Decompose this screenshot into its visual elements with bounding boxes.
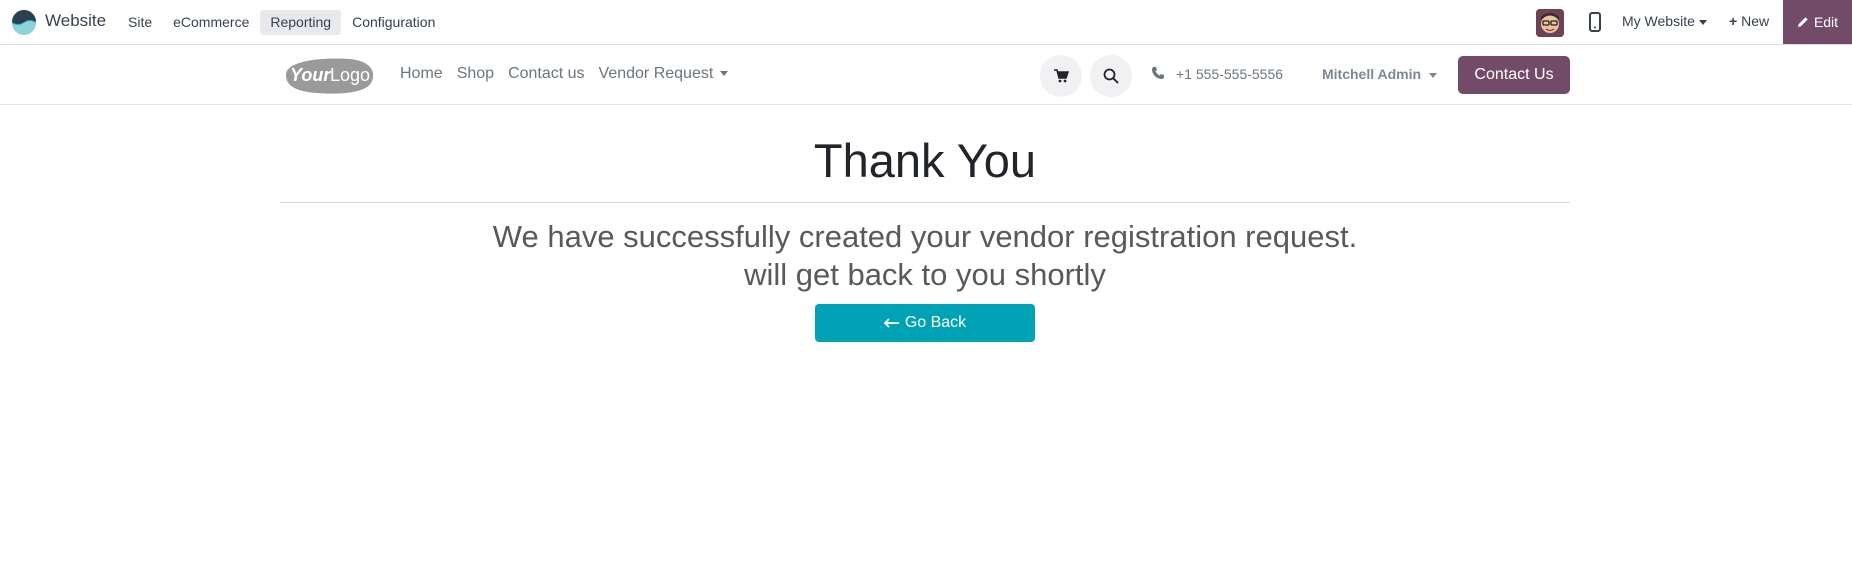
divider xyxy=(280,202,1570,203)
site-nav: Home Shop Contact us Vendor Request xyxy=(400,65,742,83)
search-button[interactable] xyxy=(1090,55,1132,97)
chevron-down-icon xyxy=(1429,72,1438,78)
admin-menu: Site eCommerce Reporting Configuration xyxy=(118,10,446,35)
website-app-icon[interactable] xyxy=(11,9,37,35)
website-switcher[interactable]: My Website xyxy=(1622,13,1707,29)
thank-you-section: Thank You We have successfully created y… xyxy=(280,106,1570,342)
edit-button[interactable]: Edit xyxy=(1783,0,1852,44)
svg-text:Logo: Logo xyxy=(330,65,370,85)
go-back-button[interactable]: Go Back xyxy=(815,304,1035,342)
arrow-left-icon xyxy=(883,318,899,328)
contact-us-button[interactable]: Contact Us xyxy=(1458,56,1570,94)
admin-menu-reporting[interactable]: Reporting xyxy=(260,10,342,35)
page-title: Thank You xyxy=(813,134,1037,187)
new-button[interactable]: + New xyxy=(1729,13,1769,29)
plus-icon: + xyxy=(1729,13,1738,29)
admin-menu-site[interactable]: Site xyxy=(118,10,162,35)
user-avatar[interactable] xyxy=(1536,9,1564,37)
admin-menu-ecommerce[interactable]: eCommerce xyxy=(163,10,259,35)
site-logo[interactable]: Your Logo xyxy=(280,55,376,95)
website-header: Your Logo Home Shop Contact us Vendor Re… xyxy=(0,45,1852,105)
avatar-face-icon xyxy=(1536,9,1564,37)
user-menu[interactable]: Mitchell Admin xyxy=(1322,66,1438,82)
confirmation-message: We have successfully created your vendor… xyxy=(280,218,1570,294)
admin-navbar: Website Site eCommerce Reporting Configu… xyxy=(0,0,1852,45)
admin-menu-configuration[interactable]: Configuration xyxy=(342,10,445,35)
app-name[interactable]: Website xyxy=(45,11,106,31)
new-button-label: New xyxy=(1741,13,1770,29)
phone-number[interactable]: +1 555-555-5556 xyxy=(1176,66,1283,82)
website-switcher-label: My Website xyxy=(1622,13,1695,29)
nav-shop[interactable]: Shop xyxy=(457,65,494,83)
pencil-icon xyxy=(1797,17,1808,27)
phone-icon xyxy=(1152,67,1164,79)
chevron-down-icon xyxy=(1698,19,1707,25)
mobile-preview-icon[interactable] xyxy=(1588,12,1602,32)
nav-contact-us[interactable]: Contact us xyxy=(508,65,584,83)
nav-home[interactable]: Home xyxy=(400,65,443,83)
chevron-down-icon xyxy=(720,71,729,77)
go-back-label: Go Back xyxy=(904,314,967,331)
cart-button[interactable] xyxy=(1040,55,1082,97)
search-icon xyxy=(1103,68,1119,84)
message-line-1: We have successfully created your vendor… xyxy=(492,219,1358,254)
nav-vendor-request-label: Vendor Request xyxy=(598,65,714,82)
nav-vendor-request[interactable]: Vendor Request xyxy=(599,65,729,83)
edit-button-label: Edit xyxy=(1813,14,1839,30)
svg-text:Your: Your xyxy=(290,65,331,85)
message-line-2: will get back to you shortly xyxy=(744,257,1106,292)
cart-icon xyxy=(1053,69,1069,83)
user-name: Mitchell Admin xyxy=(1322,66,1422,82)
